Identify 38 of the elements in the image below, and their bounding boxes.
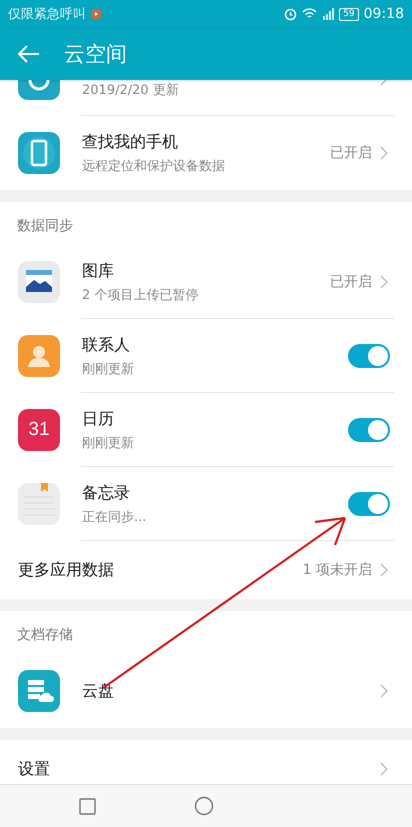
wifi-icon	[302, 8, 318, 20]
section-header: 文档存储	[16, 626, 74, 645]
row-title: 设置	[18, 758, 50, 780]
battery-level: 59	[339, 8, 359, 20]
alarm-icon	[284, 8, 298, 20]
cloud-disk-app-icon	[18, 670, 60, 712]
row-title: 查找我的手机	[82, 132, 178, 152]
status-text: 已开启	[330, 144, 372, 162]
carrier-text: 仅限紧急呼叫	[8, 6, 86, 23]
calendar-app-icon: 31	[18, 409, 60, 451]
phone-app-icon	[18, 132, 60, 174]
row-subtitle: 刚刚更新	[82, 360, 134, 378]
back-arrow-icon[interactable]	[18, 45, 40, 63]
status-text: 1 项未开启	[302, 561, 372, 579]
toggle-switch[interactable]	[348, 492, 390, 516]
contact-app-icon	[18, 335, 60, 377]
row-title: 备忘录	[82, 482, 130, 504]
row-subtitle: 刚刚更新	[82, 434, 134, 452]
notes-app-icon	[18, 483, 60, 525]
home-icon[interactable]	[194, 796, 214, 816]
signal-icon	[322, 8, 334, 20]
section-header: 数据同步	[16, 217, 74, 236]
row-subtitle: 远程定位和保护设备数据	[82, 158, 225, 174]
toggle-switch[interactable]	[348, 344, 390, 368]
toggle-switch[interactable]	[348, 418, 390, 442]
row-title: 更多应用数据	[18, 560, 114, 580]
row-title: 图库	[82, 260, 114, 282]
row-subtitle: 2 个项目上传已暂停	[82, 286, 198, 304]
row-title: 联系人	[82, 334, 130, 356]
row-subtitle: 正在同步...	[82, 508, 146, 526]
gallery-app-icon	[18, 261, 60, 303]
recent-apps-icon[interactable]	[79, 798, 96, 814]
page-title: 云空间	[64, 41, 127, 68]
status-text: 已开启	[330, 273, 372, 291]
clock-time: 09:18	[364, 6, 404, 22]
row-title: 日历	[82, 408, 114, 430]
app-notification-icon	[91, 9, 101, 19]
row-subtitle: 2019/2/20 更新	[82, 82, 179, 99]
